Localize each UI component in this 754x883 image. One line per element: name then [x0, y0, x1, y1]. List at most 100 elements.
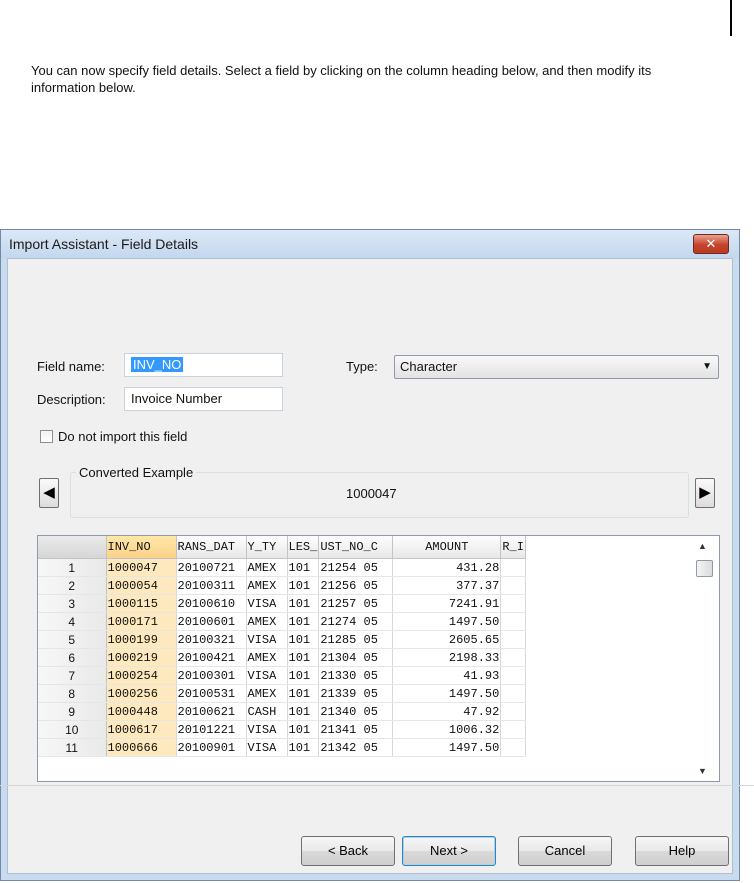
- cell-cust-no: 21256 05: [318, 576, 394, 595]
- dialog-title: Import Assistant - Field Details: [9, 236, 199, 252]
- scroll-thumb[interactable]: [696, 560, 713, 577]
- cell-inv-no: 1000256: [106, 684, 177, 703]
- cell-partial: [500, 738, 526, 757]
- chevron-down-icon: ▼: [702, 361, 712, 372]
- grid-corner: [38, 536, 107, 559]
- cell-trans-date: 20100901: [176, 738, 247, 757]
- cell-amount: 1497.50: [392, 738, 502, 757]
- description-value: Invoice Number: [131, 391, 223, 406]
- row-number: 2: [38, 576, 107, 595]
- table-row: 9 1000448 20100621 CASH 101 21340 05 47.92: [38, 702, 526, 721]
- cell-pay-type: VISA: [246, 720, 288, 739]
- cell-partial: [500, 594, 526, 613]
- table-row: 2 1000054 20100311 AMEX 101 21256 05 377.37: [38, 576, 526, 595]
- type-select[interactable]: Character ▼: [394, 355, 719, 379]
- cell-pay-type: AMEX: [246, 612, 288, 631]
- left-arrow-icon: ◀: [43, 484, 55, 501]
- intro-text: You can now specify field details. Selec…: [31, 63, 652, 95]
- cell-cust-no: 21339 05: [318, 684, 394, 703]
- scroll-up-icon[interactable]: ▲: [698, 541, 707, 551]
- cell-trans-date: 20100601: [176, 612, 247, 631]
- cell-sales-rep: 101: [287, 594, 320, 613]
- cell-pay-type: VISA: [246, 630, 288, 649]
- row-number: 1: [38, 558, 107, 577]
- cell-trans-date: 20101221: [176, 720, 247, 739]
- row-number: 5: [38, 630, 107, 649]
- row-number: 7: [38, 666, 107, 685]
- cell-sales-rep: 101: [287, 648, 320, 667]
- next-field-button[interactable]: ▶: [695, 478, 715, 508]
- column-header-amount[interactable]: AMOUNT: [392, 536, 502, 559]
- column-header-sales-rep[interactable]: LES_: [287, 536, 320, 559]
- column-header-pay-type[interactable]: Y_TY: [246, 536, 288, 559]
- next-button[interactable]: Next >: [402, 836, 496, 866]
- do-not-import-checkbox[interactable]: [40, 430, 53, 443]
- field-name-input[interactable]: INV_NO: [124, 353, 283, 377]
- previous-field-button[interactable]: ◀: [39, 478, 59, 508]
- cell-partial: [500, 666, 526, 685]
- cell-partial: [500, 612, 526, 631]
- vertical-scrollbar[interactable]: ▲ ▼: [689, 536, 719, 781]
- cell-cust-no: 21341 05: [318, 720, 394, 739]
- column-header-partial[interactable]: R_I: [500, 536, 526, 559]
- title-bar: Import Assistant - Field Details ✕: [1, 230, 739, 258]
- cell-partial: [500, 630, 526, 649]
- page-margin-rule: [730, 0, 732, 36]
- type-label: Type:: [346, 359, 378, 374]
- cell-inv-no: 1000254: [106, 666, 177, 685]
- back-button[interactable]: < Back: [301, 836, 395, 866]
- cell-partial: [500, 648, 526, 667]
- table-row: 3 1000115 20100610 VISA 101 21257 05 7241.91: [38, 594, 526, 613]
- table-row: 5 1000199 20100321 VISA 101 21285 05 2605.65: [38, 630, 526, 649]
- close-button[interactable]: ✕: [693, 234, 729, 254]
- cell-cust-no: 21274 05: [318, 612, 394, 631]
- cell-inv-no: 1000199: [106, 630, 177, 649]
- header-row: INV_NO RANS_DAT Y_TY LES_ UST_NO_C AMOUN…: [38, 536, 526, 559]
- cell-pay-type: VISA: [246, 594, 288, 613]
- column-header-inv-no[interactable]: INV_NO: [106, 536, 177, 559]
- row-number: 9: [38, 702, 107, 721]
- cell-inv-no: 1000054: [106, 576, 177, 595]
- cell-trans-date: 20100311: [176, 576, 247, 595]
- cancel-button[interactable]: Cancel: [518, 836, 612, 866]
- preview-table: INV_NO RANS_DAT Y_TY LES_ UST_NO_C AMOUN…: [38, 536, 526, 757]
- cell-amount: 377.37: [392, 576, 502, 595]
- help-button[interactable]: Help: [635, 836, 729, 866]
- table-row: 6 1000219 20100421 AMEX 101 21304 05 2198.33: [38, 648, 526, 667]
- grid-body: 1 1000047 20100721 AMEX 101 21254 05 431.28 2 10…: [38, 558, 526, 757]
- cell-pay-type: AMEX: [246, 684, 288, 703]
- cell-cust-no: 21304 05: [318, 648, 394, 667]
- column-header-cust-no[interactable]: UST_NO_C: [318, 536, 394, 559]
- description-label: Description:: [37, 392, 106, 407]
- cell-sales-rep: 101: [287, 666, 320, 685]
- cell-amount: 431.28: [392, 558, 502, 577]
- cell-sales-rep: 101: [287, 576, 320, 595]
- row-number: 3: [38, 594, 107, 613]
- cell-partial: [500, 702, 526, 721]
- row-number: 6: [38, 648, 107, 667]
- cell-trans-date: 20100610: [176, 594, 247, 613]
- button-separator: [0, 785, 754, 786]
- cell-partial: [500, 684, 526, 703]
- grid-area: INV_NO RANS_DAT Y_TY LES_ UST_NO_C AMOUN…: [38, 536, 682, 781]
- cell-sales-rep: 101: [287, 612, 320, 631]
- cell-cust-no: 21342 05: [318, 738, 394, 757]
- close-icon: ✕: [705, 236, 717, 251]
- table-row: 11 1000666 20100901 VISA 101 21342 05 1497.50: [38, 738, 526, 757]
- cell-cust-no: 21285 05: [318, 630, 394, 649]
- description-input[interactable]: Invoice Number: [124, 387, 283, 411]
- scroll-down-icon[interactable]: ▼: [698, 766, 707, 776]
- cell-pay-type: AMEX: [246, 648, 288, 667]
- row-number: 4: [38, 612, 107, 631]
- cell-inv-no: 1000115: [106, 594, 177, 613]
- cell-inv-no: 1000666: [106, 738, 177, 757]
- cell-sales-rep: 101: [287, 738, 320, 757]
- cell-amount: 1497.50: [392, 684, 502, 703]
- cell-partial: [500, 576, 526, 595]
- cell-amount: 41.93: [392, 666, 502, 685]
- cell-amount: 1497.50: [392, 612, 502, 631]
- cell-amount: 2605.65: [392, 630, 502, 649]
- cell-sales-rep: 101: [287, 684, 320, 703]
- cell-trans-date: 20100531: [176, 684, 247, 703]
- column-header-trans-date[interactable]: RANS_DAT: [176, 536, 247, 559]
